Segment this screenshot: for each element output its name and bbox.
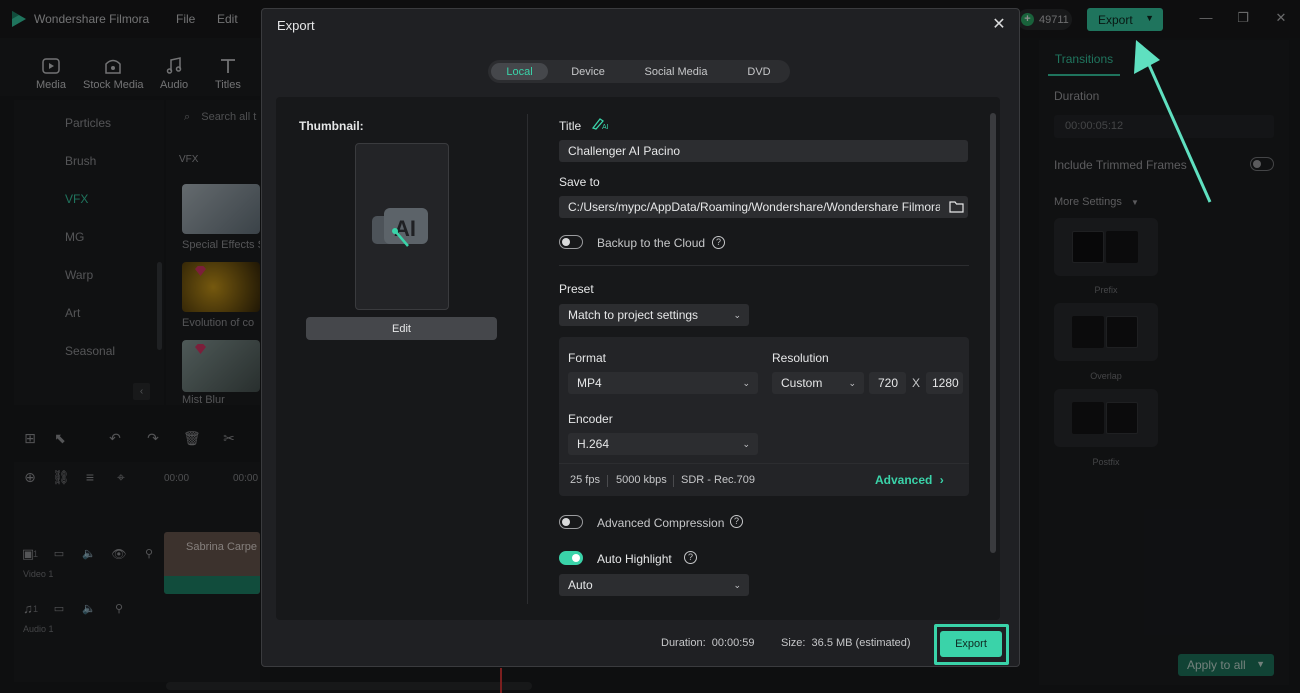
dialog-scrollbar[interactable] [990, 113, 996, 553]
duration-footer: Duration: 00:00:59 [661, 637, 755, 649]
duration-footer-value: 00:00:59 [711, 637, 755, 649]
bitrate-value: 5000 kbps [616, 474, 667, 486]
chevron-down-icon: ⌄ [742, 378, 750, 388]
size-footer-label: Size: [781, 637, 806, 649]
advanced-compression-toggle[interactable] [559, 515, 583, 529]
svg-text:AI: AI [602, 124, 609, 130]
save-to-label: Save to [559, 175, 600, 189]
save-to-path: C:/Users/mypc/AppData/Roaming/Wondershar… [568, 200, 940, 214]
chevron-right-icon: › [939, 473, 944, 487]
backup-cloud-toggle[interactable] [559, 235, 583, 249]
auto-highlight-label: Auto Highlight [597, 552, 672, 566]
width-input[interactable]: 720 [869, 372, 906, 394]
title-input[interactable]: Challenger AI Pacino [559, 140, 968, 162]
encoder-select[interactable]: H.264 ⌄ [568, 433, 758, 455]
chevron-down-icon: ⌄ [848, 378, 856, 388]
tab-social-media[interactable]: Social Media [628, 63, 724, 80]
divider [559, 265, 969, 266]
duration-footer-label: Duration: [661, 637, 706, 649]
size-footer: Size: 36.5 MB (estimated) [781, 637, 911, 649]
folder-icon[interactable] [949, 200, 964, 213]
tab-dvd[interactable]: DVD [734, 63, 784, 80]
preset-label: Preset [559, 282, 594, 296]
encoder-value: H.264 [577, 437, 610, 451]
auto-highlight-toggle[interactable] [559, 551, 583, 565]
resolution-value: Custom [781, 376, 823, 390]
encoder-label: Encoder [568, 412, 613, 426]
preset-value: Match to project settings [568, 308, 699, 322]
tab-device[interactable]: Device [558, 63, 618, 80]
advanced-label: Advanced [875, 473, 933, 487]
format-value: MP4 [577, 376, 602, 390]
help-icon[interactable]: ? [684, 551, 697, 564]
close-icon[interactable]: ✕ [991, 17, 1007, 33]
chevron-down-icon: ⌄ [733, 580, 741, 590]
divider [559, 463, 969, 464]
export-button[interactable]: Export [940, 631, 1002, 657]
divider [527, 114, 528, 604]
auto-highlight-value: Auto [568, 578, 593, 592]
height-input[interactable]: 1280 [926, 372, 963, 394]
resolution-label: Resolution [772, 351, 829, 365]
annotation-arrow-icon [1134, 40, 1212, 203]
save-to-input[interactable]: C:/Users/mypc/AppData/Roaming/Wondershar… [559, 196, 968, 218]
resolution-x: X [912, 376, 921, 390]
advanced-compression-label: Advanced Compression [597, 516, 725, 530]
help-icon[interactable]: ? [730, 515, 743, 528]
color-space-value: SDR - Rec.709 [681, 474, 755, 486]
edit-thumbnail-button[interactable]: Edit [306, 317, 497, 340]
fps-value: 25 fps [570, 474, 600, 486]
ai-pen-icon[interactable]: AI [592, 116, 610, 130]
help-icon[interactable]: ? [712, 236, 725, 249]
divider [673, 475, 674, 487]
title-label: Title [559, 119, 582, 133]
auto-highlight-select[interactable]: Auto ⌄ [559, 574, 749, 596]
chevron-down-icon: ⌄ [733, 310, 741, 320]
tab-local[interactable]: Local [491, 63, 548, 80]
dialog-title: Export [277, 18, 315, 33]
format-select[interactable]: MP4 ⌄ [568, 372, 758, 394]
resolution-select[interactable]: Custom ⌄ [772, 372, 864, 394]
export-tabs: Local Device Social Media DVD [488, 60, 790, 83]
preset-select[interactable]: Match to project settings ⌄ [559, 304, 749, 326]
chevron-down-icon: ⌄ [742, 439, 750, 449]
svg-text:AI: AI [394, 216, 416, 241]
ai-thumbnail-icon: AI [372, 208, 428, 247]
divider [607, 475, 608, 487]
size-footer-value: 36.5 MB (estimated) [811, 637, 911, 649]
backup-cloud-label: Backup to the Cloud [597, 236, 706, 250]
format-label: Format [568, 351, 607, 365]
thumbnail-label: Thumbnail: [299, 119, 364, 133]
advanced-link[interactable]: Advanced › [875, 473, 944, 487]
export-dialog: Export ✕ Local Device Social Media DVD T… [261, 8, 1020, 667]
